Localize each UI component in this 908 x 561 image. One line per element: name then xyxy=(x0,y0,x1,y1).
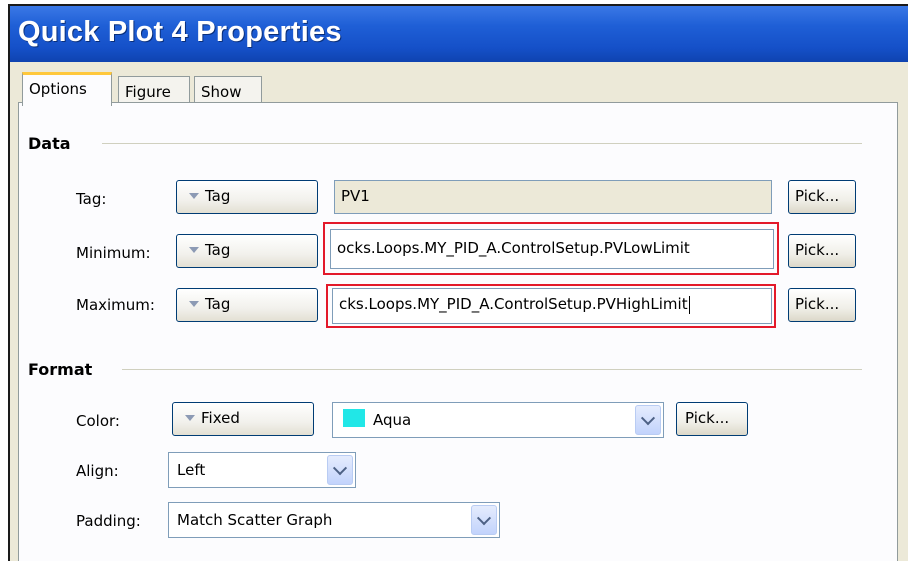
window-title: Quick Plot 4 Properties xyxy=(18,16,342,48)
dropdown-triangle-icon xyxy=(189,247,199,253)
align-select-value: Left xyxy=(177,461,206,479)
maximum-mode-value: Tag xyxy=(205,295,231,313)
maximum-label: Maximum: xyxy=(76,296,155,314)
align-select[interactable]: Left xyxy=(168,452,356,488)
padding-label: Padding: xyxy=(76,512,141,530)
format-section-divider xyxy=(122,369,862,370)
color-select[interactable]: Aqua xyxy=(332,402,664,438)
options-panel xyxy=(18,102,898,561)
maximum-pick-button[interactable]: Pick... xyxy=(788,288,856,322)
align-label: Align: xyxy=(76,462,119,480)
properties-window: Quick Plot 4 Properties Options Figure S… xyxy=(8,4,908,561)
data-section-heading: Data xyxy=(28,134,71,153)
color-mode-value: Fixed xyxy=(201,409,240,427)
maximum-value-string: cks.Loops.MY_PID_A.ControlSetup.PVHighLi… xyxy=(339,295,688,313)
chevron-down-icon[interactable] xyxy=(635,405,661,435)
color-pick-button[interactable]: Pick... xyxy=(676,402,748,436)
format-section-heading: Format xyxy=(28,360,93,379)
tag-value-text: PV1 xyxy=(341,187,370,205)
chevron-down-icon[interactable] xyxy=(327,455,353,485)
maximum-value-text: cks.Loops.MY_PID_A.ControlSetup.PVHighLi… xyxy=(339,295,690,314)
minimum-value-text: ocks.Loops.MY_PID_A.ControlSetup.PVLowLi… xyxy=(337,239,690,257)
dropdown-triangle-icon xyxy=(189,301,199,307)
color-select-value: Aqua xyxy=(373,411,412,429)
chevron-down-icon[interactable] xyxy=(471,505,497,535)
minimum-mode-dropdown[interactable]: Tag xyxy=(176,234,318,268)
data-section-divider xyxy=(102,143,862,144)
color-label: Color: xyxy=(76,412,120,430)
minimum-value-field[interactable]: ocks.Loops.MY_PID_A.ControlSetup.PVLowLi… xyxy=(330,229,774,269)
minimum-mode-value: Tag xyxy=(205,241,231,259)
tab-options[interactable]: Options xyxy=(22,72,112,106)
dropdown-triangle-icon xyxy=(189,193,199,199)
maximum-value-field[interactable]: cks.Loops.MY_PID_A.ControlSetup.PVHighLi… xyxy=(332,288,772,324)
title-bar[interactable]: Quick Plot 4 Properties xyxy=(10,6,908,62)
tag-label: Tag: xyxy=(76,190,107,208)
tag-pick-button[interactable]: Pick... xyxy=(788,180,856,214)
dropdown-triangle-icon xyxy=(185,415,195,421)
minimum-pick-button[interactable]: Pick... xyxy=(788,234,856,268)
tag-mode-dropdown[interactable]: Tag xyxy=(176,180,318,214)
minimum-label: Minimum: xyxy=(76,244,151,262)
maximum-mode-dropdown[interactable]: Tag xyxy=(176,288,318,322)
padding-select[interactable]: Match Scatter Graph xyxy=(168,502,500,538)
tag-mode-value: Tag xyxy=(205,187,231,205)
padding-select-value: Match Scatter Graph xyxy=(177,511,333,529)
tag-value-field[interactable]: PV1 xyxy=(334,180,772,214)
color-mode-dropdown[interactable]: Fixed xyxy=(172,402,314,436)
aqua-color-swatch xyxy=(343,409,365,427)
text-caret xyxy=(688,295,690,314)
